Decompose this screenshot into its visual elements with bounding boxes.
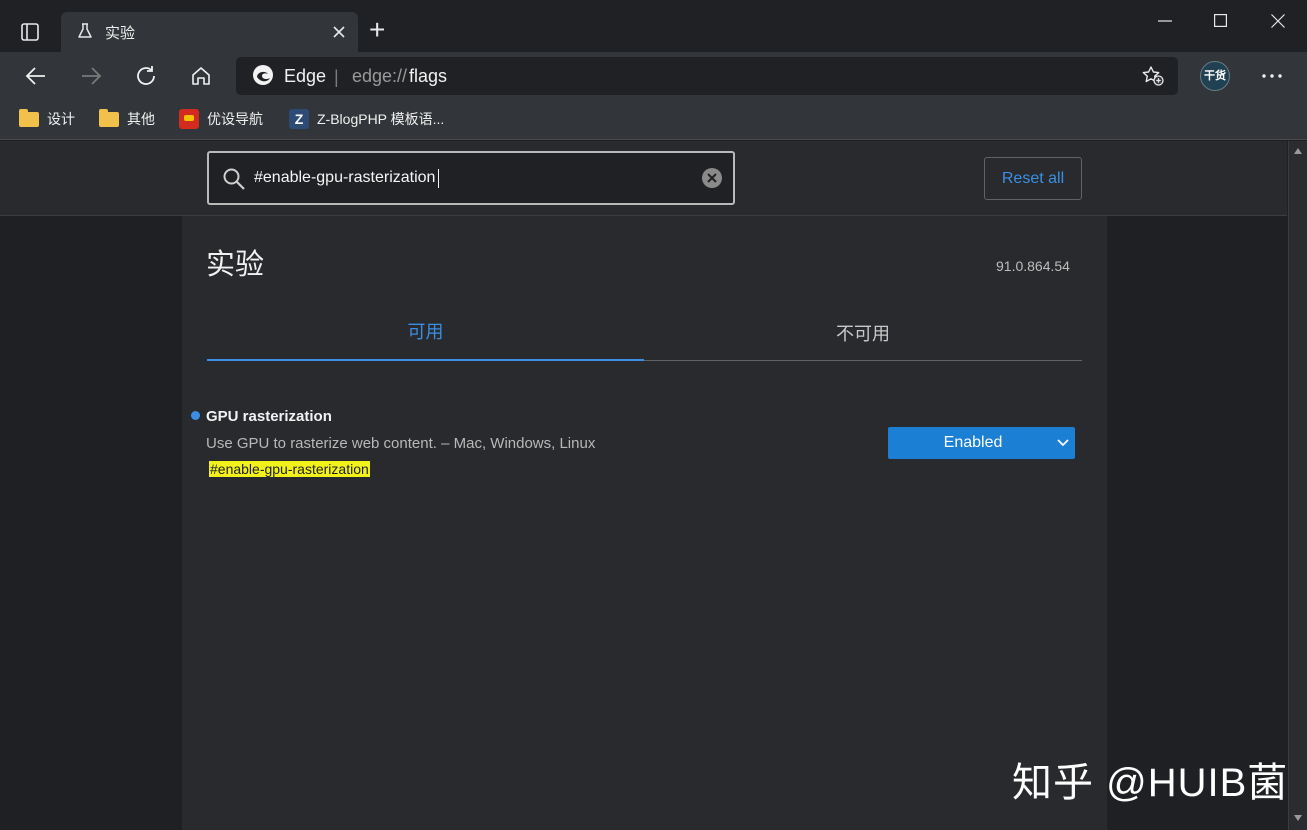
bookmark-zblog[interactable]: Z Z-BlogPHP 模板语...	[289, 108, 444, 130]
tab-unavailable[interactable]: 不可用	[644, 320, 1082, 346]
clear-search-icon[interactable]	[701, 167, 723, 189]
address-brand: Edge	[284, 66, 327, 86]
maximize-icon[interactable]	[1214, 14, 1227, 27]
back-icon[interactable]	[24, 64, 48, 88]
flask-icon	[76, 22, 94, 40]
more-menu-icon[interactable]	[1262, 74, 1282, 78]
bookmark-design[interactable]: 设计	[19, 108, 75, 130]
site-favicon-icon	[179, 109, 199, 129]
flag-name: GPU rasterization	[206, 408, 332, 425]
edge-logo-icon	[252, 64, 274, 86]
bookmark-label: 其他	[127, 111, 155, 127]
scroll-up-arrow-icon[interactable]	[1294, 148, 1302, 154]
modified-flag-dot	[191, 411, 200, 420]
url-scheme: edge://	[352, 66, 408, 86]
folder-icon	[19, 108, 39, 127]
flag-anchor-link[interactable]: #enable-gpu-rasterization	[209, 461, 370, 477]
page-title: 实验	[206, 249, 265, 281]
refresh-icon[interactable]	[134, 64, 158, 88]
new-tab-button[interactable]: +	[369, 14, 385, 46]
reset-all-button[interactable]: Reset all	[984, 157, 1082, 200]
url-path: flags	[409, 66, 448, 86]
tab-actions-icon[interactable]	[20, 22, 40, 42]
close-window-icon[interactable]	[1271, 14, 1285, 28]
flags-content	[182, 216, 1107, 830]
chevron-down-icon	[1057, 439, 1069, 447]
bookmark-other[interactable]: 其他	[99, 108, 155, 130]
page-scrollbar[interactable]	[1288, 141, 1307, 830]
text-caret	[438, 169, 439, 188]
active-tab-indicator	[207, 359, 644, 361]
z-favicon-icon: Z	[289, 109, 309, 129]
address-separator: |	[334, 67, 339, 87]
watermark-text: 知乎 @HUIB菌	[1012, 761, 1289, 805]
search-icon	[222, 167, 246, 191]
bookmark-uisdc[interactable]: 优设导航	[179, 108, 263, 130]
flag-description: Use GPU to rasterize web content. – Mac,…	[206, 435, 596, 452]
tab-available[interactable]: 可用	[207, 318, 644, 344]
flag-state-select[interactable]: Enabled	[888, 427, 1075, 459]
bookmark-label: 设计	[47, 111, 75, 127]
flag-state-value: Enabled	[943, 434, 1003, 451]
version-label: 91.0.864.54	[996, 258, 1070, 274]
home-icon[interactable]	[189, 64, 213, 88]
close-tab-icon[interactable]	[332, 25, 346, 39]
bookmark-label: Z-BlogPHP 模板语...	[317, 111, 445, 127]
add-favorite-icon[interactable]	[1141, 65, 1165, 87]
minimize-icon[interactable]	[1158, 20, 1172, 22]
forward-icon[interactable]	[79, 64, 103, 88]
scroll-down-arrow-icon[interactable]	[1294, 815, 1302, 821]
profile-avatar[interactable]: 干货	[1200, 61, 1230, 91]
search-value: #enable-gpu-rasterization	[254, 169, 436, 186]
bookmark-label: 优设导航	[207, 111, 263, 127]
tab-title: 实验	[105, 25, 136, 42]
folder-icon	[99, 108, 119, 127]
